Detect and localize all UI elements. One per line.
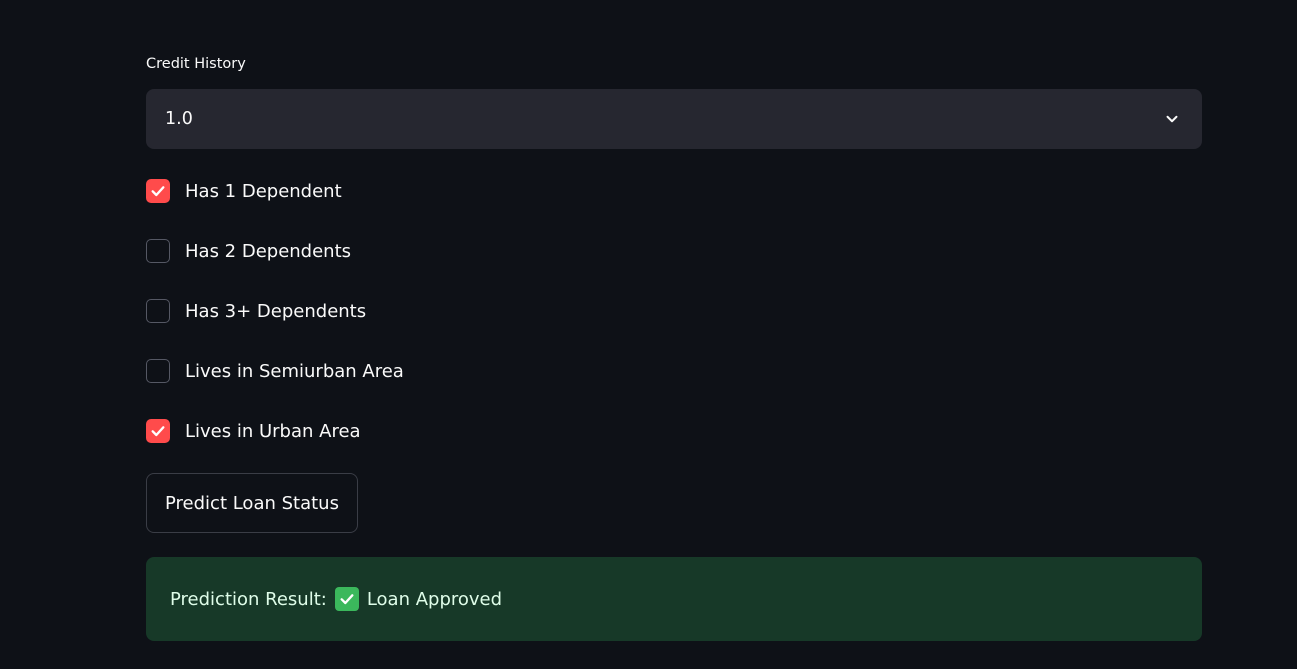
checkbox-checked-icon[interactable] (146, 419, 170, 443)
credit-history-selected-value: 1.0 (165, 109, 193, 129)
check-mark-button-icon (334, 587, 359, 611)
checkbox-checked-icon[interactable] (146, 179, 170, 203)
prediction-result-prefix: Prediction Result: (170, 588, 327, 610)
checkbox-lives-in-semiurban-area[interactable]: Lives in Semiurban Area (146, 358, 404, 384)
checkbox-unchecked-icon[interactable] (146, 359, 170, 383)
checkbox-has-2-dependents[interactable]: Has 2 Dependents (146, 238, 351, 264)
prediction-result-status: Loan Approved (366, 588, 503, 610)
checkbox-has-1-dependent[interactable]: Has 1 Dependent (146, 178, 342, 204)
credit-history-select[interactable]: 1.0 (146, 89, 1202, 149)
app-page: Credit History 1.0 Has 1 Dependent Has 2… (0, 0, 1297, 669)
checkbox-label: Has 2 Dependents (185, 240, 352, 262)
checkbox-label: Lives in Urban Area (185, 420, 361, 442)
credit-history-label: Credit History (146, 56, 246, 72)
checkbox-label: Has 1 Dependent (185, 180, 342, 202)
checkbox-label: Lives in Semiurban Area (185, 360, 404, 382)
predict-loan-status-button[interactable]: Predict Loan Status (146, 473, 358, 533)
checkbox-has-3-plus-dependents[interactable]: Has 3+ Dependents (146, 298, 366, 324)
checkbox-lives-in-urban-area[interactable]: Lives in Urban Area (146, 418, 361, 444)
chevron-down-icon (1162, 109, 1182, 129)
prediction-result-alert: Prediction Result: Loan Approved (146, 557, 1202, 641)
checkbox-unchecked-icon[interactable] (146, 299, 170, 323)
checkbox-label: Has 3+ Dependents (185, 300, 367, 322)
prediction-result-text: Prediction Result: Loan Approved (170, 587, 502, 611)
checkbox-unchecked-icon[interactable] (146, 239, 170, 263)
